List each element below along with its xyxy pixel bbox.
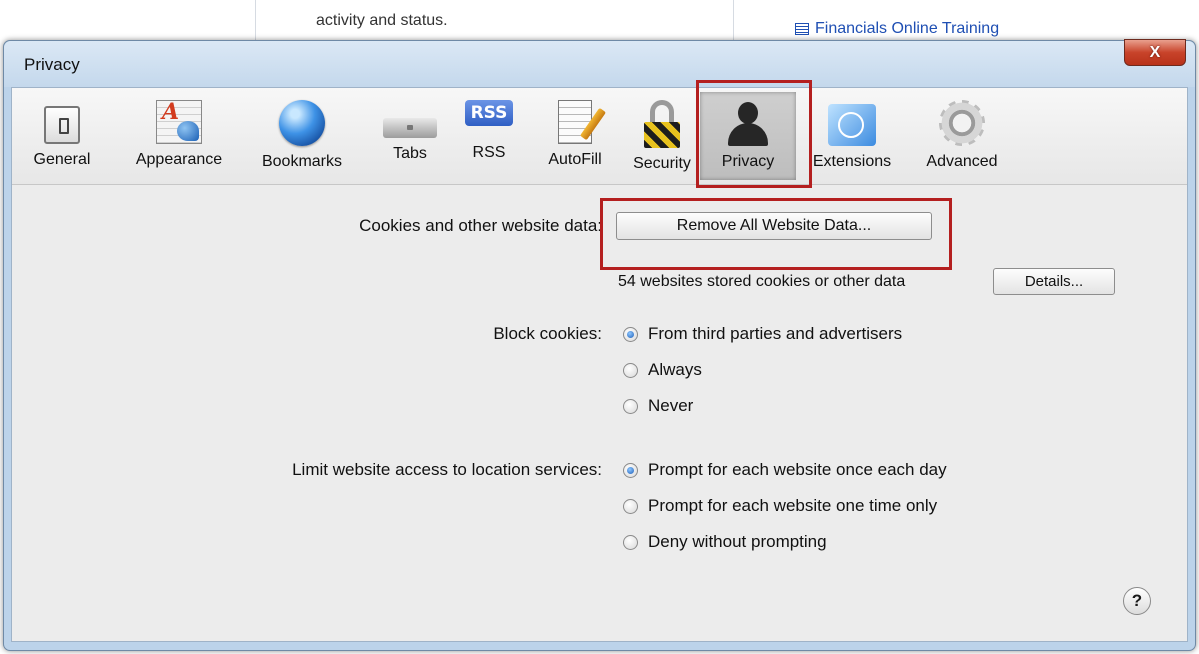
title-bar: Privacy X: [4, 39, 1195, 87]
rss-icon: RSS: [465, 100, 513, 126]
preferences-panel: General Appearance Bookmarks Tabs RSS RS…: [11, 80, 1188, 642]
radio-icon[interactable]: [623, 362, 638, 378]
tab-label: Appearance: [135, 151, 223, 168]
radio-selected-icon[interactable]: [623, 462, 638, 478]
preferences-toolbar: General Appearance Bookmarks Tabs RSS RS…: [12, 88, 1187, 185]
cookies-label: Cookies and other website data:: [359, 216, 602, 235]
switch-icon: [44, 106, 80, 144]
tab-label: RSS: [472, 144, 506, 161]
radio-label: Prompt for each website once each day: [648, 460, 947, 479]
radio-label: Deny without prompting: [648, 532, 827, 551]
tab-label: AutoFill: [548, 151, 602, 168]
tab-privacy[interactable]: Privacy: [700, 92, 796, 180]
puzzle-icon: [828, 104, 876, 146]
tab-bookmarks[interactable]: Bookmarks: [250, 92, 354, 180]
block-cookies-always-radio[interactable]: Always: [623, 360, 702, 380]
background-link-label[interactable]: Financials Online Training: [815, 20, 999, 37]
tab-label: Extensions: [812, 153, 892, 170]
tab-label: Bookmarks: [261, 153, 343, 170]
close-button[interactable]: X: [1124, 39, 1186, 66]
radio-icon[interactable]: [623, 498, 638, 514]
radio-icon[interactable]: [623, 398, 638, 414]
pencil-form-icon: [558, 100, 592, 144]
block-cookies-label: Block cookies:: [493, 324, 602, 343]
radio-label: From third parties and advertisers: [648, 324, 903, 343]
tabs-icon: [383, 118, 437, 138]
location-deny-radio[interactable]: Deny without prompting: [623, 532, 827, 552]
background-divider: [733, 0, 734, 40]
background-text: activity and status.: [316, 12, 448, 29]
remove-all-website-data-button[interactable]: Remove All Website Data...: [616, 212, 932, 240]
tab-tabs[interactable]: Tabs: [378, 92, 442, 180]
radio-selected-icon[interactable]: [623, 326, 638, 342]
tab-security[interactable]: Security: [624, 92, 700, 180]
tab-label: Privacy: [721, 153, 775, 170]
gear-icon: [939, 100, 985, 146]
appearance-icon: [156, 99, 202, 144]
location-services-label: Limit website access to location service…: [292, 460, 602, 479]
tab-extensions[interactable]: Extensions: [802, 92, 902, 180]
location-prompt-daily-radio[interactable]: Prompt for each website once each day: [623, 460, 947, 480]
help-button[interactable]: ?: [1123, 587, 1151, 615]
block-cookies-third-parties-radio[interactable]: From third parties and advertisers: [623, 324, 902, 344]
radio-label: Prompt for each website one time only: [648, 496, 938, 515]
tab-rss[interactable]: RSS RSS: [460, 92, 518, 180]
details-button[interactable]: Details...: [993, 268, 1115, 295]
silhouette-icon: [725, 100, 771, 146]
radio-label: Never: [648, 396, 694, 415]
globe-icon: [279, 100, 325, 146]
radio-label: Always: [648, 360, 702, 379]
tab-label: Tabs: [393, 145, 427, 162]
background-link[interactable]: Financials Online Training: [795, 20, 999, 37]
tab-appearance[interactable]: Appearance: [124, 92, 234, 180]
privacy-window: Privacy X General Appearance Bookmarks T…: [3, 39, 1196, 651]
tab-autofill[interactable]: AutoFill: [534, 92, 616, 180]
tab-label: Advanced: [926, 153, 998, 170]
tab-advanced[interactable]: Advanced: [914, 92, 1010, 180]
block-cookies-never-radio[interactable]: Never: [623, 396, 693, 416]
tab-general[interactable]: General: [32, 92, 92, 180]
tab-label: General: [33, 151, 91, 168]
tab-label: Security: [633, 155, 691, 172]
list-icon: [795, 23, 809, 35]
close-icon: X: [1149, 43, 1161, 61]
padlock-icon: [642, 100, 682, 148]
window-title: Privacy: [24, 55, 80, 74]
location-prompt-once-radio[interactable]: Prompt for each website one time only: [623, 496, 937, 516]
stored-data-note: 54 websites stored cookies or other data: [618, 273, 906, 290]
radio-icon[interactable]: [623, 534, 638, 550]
